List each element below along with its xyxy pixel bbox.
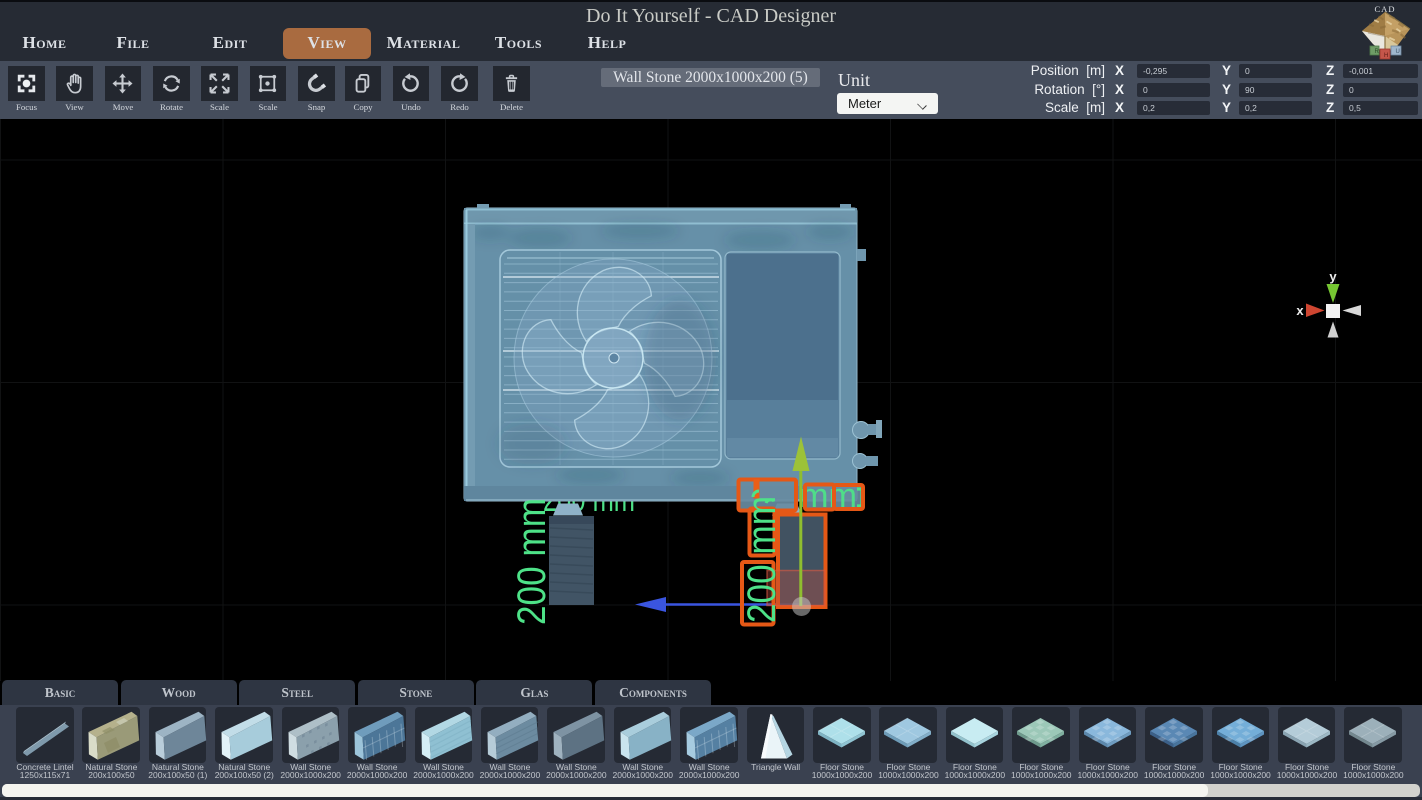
svg-text:U: U xyxy=(1396,49,1400,55)
svg-text:200 mm: 200 mm xyxy=(510,498,554,625)
svg-text:R: R xyxy=(1375,49,1380,55)
svg-text:H: H xyxy=(1384,53,1388,59)
svg-text:y: y xyxy=(1329,269,1337,284)
svg-text:200 mm: 200 mm xyxy=(740,496,784,623)
svg-text:x: x xyxy=(1296,303,1304,318)
